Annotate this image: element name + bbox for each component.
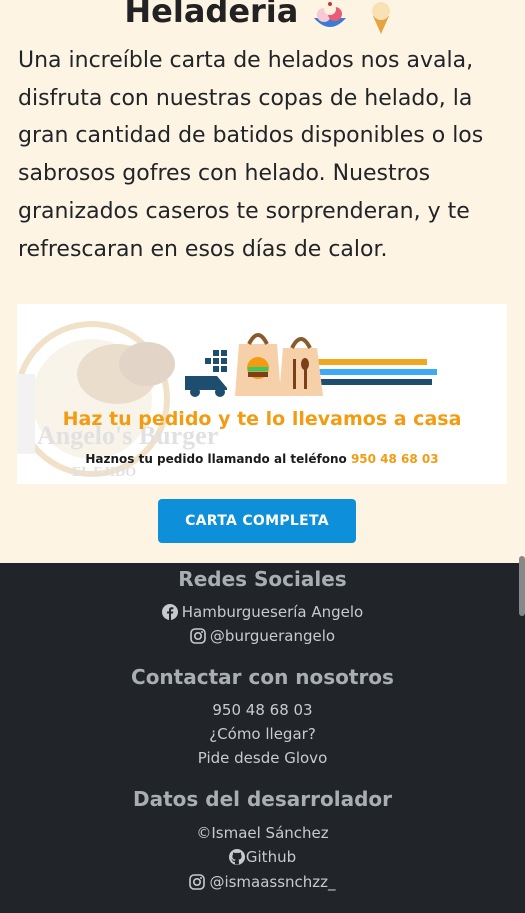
facebook-link[interactable]: Hamburguesería Angelo — [0, 603, 525, 621]
developer-heading: Datos del desarrolador — [133, 787, 392, 811]
site-footer: Redes Sociales Hamburguesería Angelo @bu… — [0, 563, 525, 913]
developer-instagram-label: @ismaassnchzz_ — [209, 873, 336, 891]
banner-subline-text: Haznos tu pedido llamando al teléfono — [85, 452, 347, 466]
facebook-icon — [161, 604, 178, 620]
instagram-icon — [189, 874, 206, 890]
ice-cream-bowl-icon — [310, 0, 350, 28]
github-label: Github — [245, 848, 297, 866]
section-title: Heladeria — [0, 0, 525, 36]
directions-link[interactable]: ¿Cómo llegar? — [0, 725, 525, 743]
social-heading: Redes Sociales — [178, 567, 347, 591]
instagram-label: @burguerangelo — [209, 627, 336, 645]
svg-text:EL EJIDO: EL EJIDO — [72, 465, 136, 480]
contact-heading: Contactar con nosotros — [131, 665, 394, 689]
banner-subline: Haznos tu pedido llamando al teléfono 95… — [17, 452, 507, 466]
full-menu-button[interactable]: CARTA COMPLETA — [158, 499, 356, 543]
section-title-text: Heladeria — [124, 0, 299, 30]
developer-name: ©Ismael Sánchez — [196, 824, 329, 842]
developer-instagram-link[interactable]: @ismaassnchzz_ — [0, 873, 525, 891]
banner-phone: 950 48 68 03 — [350, 452, 439, 466]
instagram-icon — [190, 628, 206, 644]
ice-cream-cone-icon — [361, 0, 401, 34]
delivery-banner: Angelo's Burger EL EJIDO Haz tu pedido y… — [17, 304, 507, 484]
banner-headline: Haz tu pedido y te lo llevamos a casa — [62, 408, 462, 430]
glovo-link[interactable]: Pide desde Glovo — [0, 749, 525, 767]
instagram-link[interactable]: @burguerangelo — [0, 627, 525, 645]
github-link[interactable]: Github — [0, 848, 525, 866]
section-description: Una increíble carta de helados nos avala… — [18, 48, 484, 262]
github-icon — [228, 849, 245, 865]
heladeria-section: Heladeria Una increíble carta de helados… — [0, 0, 525, 563]
facebook-label: Hamburguesería Angelo — [181, 603, 364, 621]
contact-phone[interactable]: 950 48 68 03 — [0, 701, 525, 719]
